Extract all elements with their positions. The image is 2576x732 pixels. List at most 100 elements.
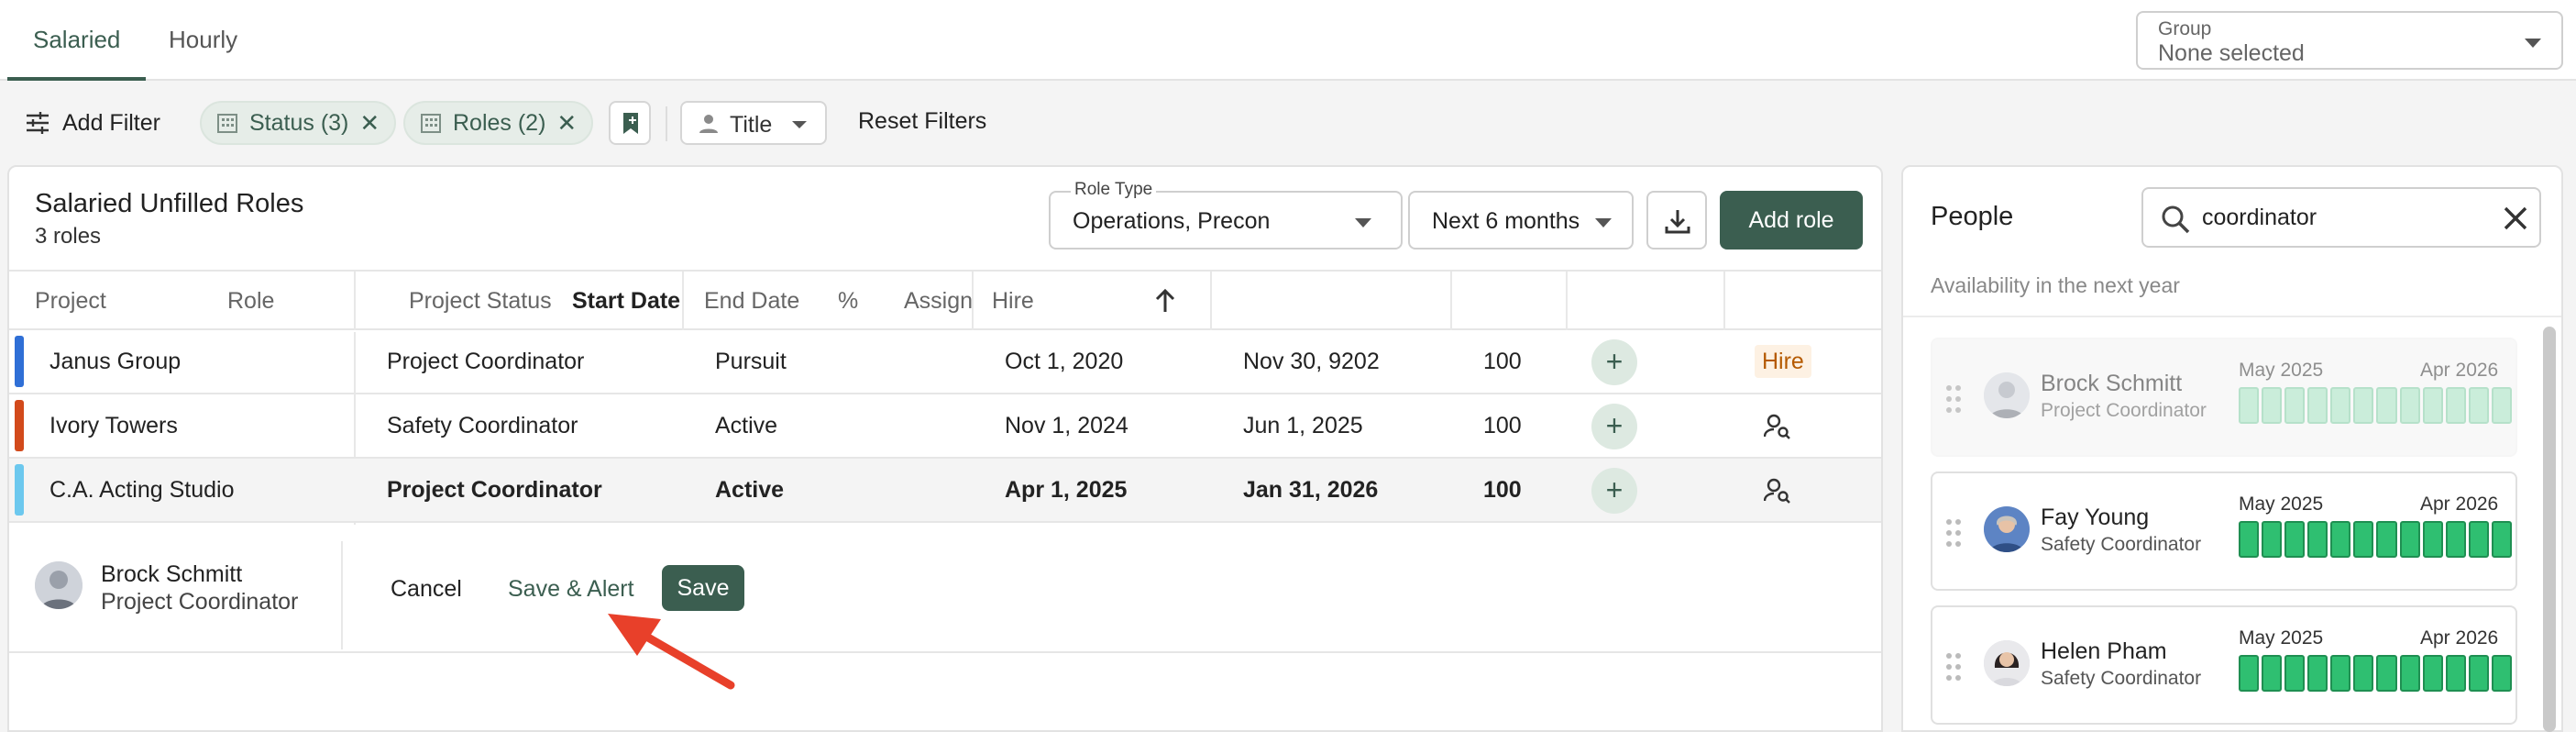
reset-filters-button[interactable]: Reset Filters <box>858 108 986 135</box>
person-card[interactable]: Brock Schmitt Project Coordinator May 20… <box>1931 338 2517 457</box>
filter-chip-label: Roles (2) <box>453 109 546 136</box>
person-role: Project Coordinator <box>2041 400 2207 421</box>
drag-handle-icon[interactable] <box>1945 651 1962 682</box>
table-row[interactable]: Janus Group Project Coordinator Pursuit … <box>9 330 1881 394</box>
tab-hourly[interactable]: Hourly <box>143 0 263 81</box>
assignee-role: Project Coordinator <box>101 589 299 615</box>
cancel-button[interactable]: Cancel <box>391 576 462 603</box>
cell-percent: 100 <box>1483 477 1522 503</box>
scrollbar[interactable] <box>2543 327 2556 732</box>
sort-arrow-up-icon[interactable] <box>1153 288 1177 314</box>
divider <box>1450 272 1452 330</box>
range-end: Apr 2026 <box>2420 360 2499 381</box>
time-period-select[interactable]: Next 6 months <box>1408 191 1634 250</box>
assign-button[interactable]: + <box>1591 404 1637 449</box>
divider <box>1566 272 1568 330</box>
person-name: Helen Pham <box>2041 638 2167 664</box>
col-project-status[interactable]: Project Status <box>383 272 552 330</box>
col-role[interactable]: Role <box>202 272 274 330</box>
title-filter-label: Title <box>730 112 773 138</box>
cell-project: C.A. Acting Studio <box>50 477 235 503</box>
cell-status: Active <box>715 413 778 438</box>
cell-project: Ivory Towers <box>50 413 178 438</box>
person-search-icon[interactable] <box>1764 477 1791 505</box>
avatar-icon <box>1984 372 2030 418</box>
filter-chip-status[interactable]: Status (3) ✕ <box>200 101 397 145</box>
filter-bar: Add Filter Status (3) ✕ Roles (2) ✕ Titl… <box>0 81 2576 165</box>
availability-bar <box>2239 521 2512 558</box>
time-period-value: Next 6 months <box>1432 208 1580 234</box>
role-type-select[interactable]: Role Type Operations, Precon <box>1049 180 1403 250</box>
cell-end: Jan 31, 2026 <box>1243 477 1379 503</box>
hire-badge[interactable]: Hire <box>1755 345 1811 378</box>
range-end: Apr 2026 <box>2420 627 2499 649</box>
person-card[interactable]: Helen Pham Safety Coordinator May 2025 A… <box>1931 605 2517 725</box>
project-color-bar <box>15 464 24 516</box>
cell-role: Project Coordinator <box>387 477 602 503</box>
cell-role: Safety Coordinator <box>387 413 578 438</box>
annotation-arrow-icon <box>608 614 735 690</box>
availability-label: Availability in the next year <box>1931 273 2180 297</box>
title-filter-button[interactable]: Title <box>680 101 827 145</box>
person-card[interactable]: Fay Young Safety Coordinator May 2025 Ap… <box>1931 471 2517 591</box>
tab-salaried[interactable]: Salaried <box>7 0 147 81</box>
people-list: Brock Schmitt Project Coordinator May 20… <box>1903 316 2561 732</box>
avatar <box>1984 372 2030 418</box>
avatar-icon <box>35 561 83 609</box>
col-start-date[interactable]: Start Date <box>546 272 680 330</box>
assignee-name: Brock Schmitt <box>101 561 243 587</box>
cell-percent: 100 <box>1483 413 1522 438</box>
plus-icon: + <box>1605 345 1624 378</box>
availability-bar <box>2239 387 2512 424</box>
role-type-value: Operations, Precon <box>1073 208 1271 234</box>
filter-chip-roles[interactable]: Roles (2) ✕ <box>403 101 594 145</box>
add-filter-button[interactable]: Add Filter <box>26 103 160 143</box>
person-name: Fay Young <box>2041 505 2150 530</box>
col-end-date[interactable]: End Date <box>678 272 799 330</box>
person-role: Safety Coordinator <box>2041 668 2202 689</box>
project-color-bar <box>15 400 24 451</box>
save-and-alert-button[interactable]: Save & Alert <box>508 576 634 603</box>
divider <box>1723 272 1725 330</box>
saved-filters-button[interactable] <box>609 101 651 145</box>
cell-end: Jun 1, 2025 <box>1243 413 1363 438</box>
avatar <box>1984 640 2030 686</box>
close-icon[interactable] <box>2503 205 2528 231</box>
building-icon <box>217 114 237 133</box>
col-project[interactable]: Project <box>9 272 106 330</box>
table-header: Project Role Project Status Start Date E… <box>9 270 1881 330</box>
range-start: May 2025 <box>2239 627 2324 649</box>
cell-status: Active <box>715 477 785 503</box>
table-row-selected[interactable]: C.A. Acting Studio Project Coordinator A… <box>9 459 1881 523</box>
cell-role: Project Coordinator <box>387 349 585 374</box>
people-panel: People Availability in the next year Bro… <box>1901 165 2563 732</box>
people-search[interactable] <box>2141 187 2541 248</box>
person-role: Safety Coordinator <box>2041 534 2202 555</box>
chevron-down-icon <box>1355 218 1371 227</box>
col-percent[interactable]: % <box>812 272 858 330</box>
col-assign: Assign <box>904 288 974 314</box>
availability-bar <box>2239 655 2512 692</box>
filter-chip-label: Status (3) <box>249 109 349 136</box>
assign-button[interactable]: + <box>1591 468 1637 514</box>
close-icon[interactable]: ✕ <box>556 109 577 138</box>
chevron-down-icon <box>792 121 807 128</box>
top-tab-bar: Salaried Hourly Group None selected <box>0 0 2576 81</box>
people-title: People <box>1931 202 2014 231</box>
person-search-icon[interactable] <box>1764 413 1791 440</box>
search-input[interactable] <box>2202 202 2477 233</box>
drag-handle-icon[interactable] <box>1945 517 1962 549</box>
download-button[interactable] <box>1646 191 1707 250</box>
cell-start: Apr 1, 2025 <box>1005 477 1128 503</box>
group-select[interactable]: Group None selected <box>2136 11 2563 70</box>
cell-project: Janus Group <box>50 349 182 374</box>
add-role-button[interactable]: Add role <box>1720 191 1863 250</box>
table-row[interactable]: Ivory Towers Safety Coordinator Active N… <box>9 394 1881 459</box>
col-hire: Hire <box>992 288 1034 314</box>
close-icon[interactable]: ✕ <box>359 109 380 138</box>
divider <box>666 106 667 141</box>
assign-button[interactable]: + <box>1591 339 1637 385</box>
role-count: 3 roles <box>35 224 102 249</box>
drag-handle-icon[interactable] <box>1945 383 1962 415</box>
role-type-label: Role Type <box>1071 180 1157 200</box>
